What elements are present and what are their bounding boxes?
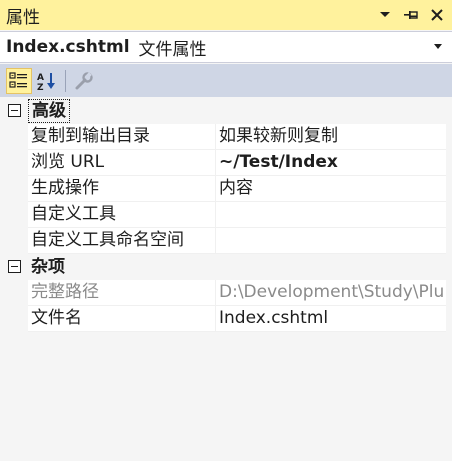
row-gutter bbox=[0, 124, 28, 150]
category-row-misc[interactable]: 杂项 bbox=[0, 254, 446, 280]
object-type: 文件属性 bbox=[138, 39, 207, 60]
property-row[interactable]: 复制到输出目录 如果较新则复制 bbox=[0, 124, 446, 150]
panel-title: 属性 bbox=[6, 7, 40, 28]
chevron-down-icon[interactable] bbox=[434, 44, 442, 49]
collapse-icon[interactable] bbox=[8, 260, 21, 273]
property-name: 浏览 URL bbox=[28, 150, 216, 176]
property-value[interactable]: 如果较新则复制 bbox=[216, 124, 446, 150]
property-name: 自定义工具 bbox=[28, 202, 216, 228]
close-icon bbox=[431, 9, 443, 21]
property-grid: 高级 复制到输出目录 如果较新则复制 浏览 URL ~/Test/Index 生… bbox=[0, 98, 446, 332]
title-bar[interactable]: 属性 bbox=[0, 0, 452, 30]
object-name: Index.cshtml bbox=[6, 37, 130, 57]
svg-text:Z: Z bbox=[37, 83, 44, 91]
property-value[interactable] bbox=[216, 228, 446, 254]
property-value[interactable]: Index.cshtml bbox=[216, 306, 446, 332]
property-name: 完整路径 bbox=[28, 280, 216, 306]
property-name: 生成操作 bbox=[28, 176, 216, 202]
collapse-icon[interactable] bbox=[8, 104, 21, 117]
property-value[interactable]: 内容 bbox=[216, 176, 446, 202]
categorized-icon bbox=[9, 71, 27, 88]
property-row[interactable]: 自定义工具命名空间 bbox=[0, 228, 446, 254]
properties-panel: 属性 Index.cshtml 文件属性 A Z 高级 复制到输出目录 如果较新… bbox=[0, 0, 452, 461]
property-pages-button[interactable] bbox=[71, 68, 97, 94]
property-row[interactable]: 文件名 Index.cshtml bbox=[0, 306, 446, 332]
property-value[interactable]: D:\Development\Study\Plu bbox=[216, 280, 446, 306]
toolbar-separator bbox=[65, 69, 66, 92]
svg-text:A: A bbox=[37, 73, 44, 83]
property-row[interactable]: 生成操作 内容 bbox=[0, 176, 446, 202]
row-gutter bbox=[0, 228, 28, 254]
property-row[interactable]: 浏览 URL ~/Test/Index bbox=[0, 150, 446, 176]
alphabetical-icon: A Z bbox=[37, 72, 55, 91]
property-value[interactable]: ~/Test/Index bbox=[216, 150, 446, 176]
row-gutter bbox=[0, 202, 28, 228]
property-name: 复制到输出目录 bbox=[28, 124, 216, 150]
property-row[interactable]: 自定义工具 bbox=[0, 202, 446, 228]
title-bar-buttons bbox=[376, 0, 446, 30]
right-edge bbox=[446, 98, 452, 461]
row-gutter bbox=[0, 98, 28, 124]
category-label: 杂项 bbox=[31, 257, 65, 277]
row-gutter bbox=[0, 150, 28, 176]
property-toolbar: A Z bbox=[0, 64, 452, 97]
pin-button[interactable] bbox=[402, 6, 420, 24]
object-selector[interactable]: Index.cshtml 文件属性 bbox=[0, 31, 452, 63]
wrench-icon bbox=[75, 71, 93, 89]
alphabetical-button[interactable]: A Z bbox=[34, 68, 60, 94]
row-gutter bbox=[0, 280, 28, 306]
category-row-advanced[interactable]: 高级 bbox=[0, 98, 446, 124]
row-gutter bbox=[0, 254, 28, 280]
pin-icon bbox=[404, 11, 418, 19]
property-name: 自定义工具命名空间 bbox=[28, 228, 216, 254]
property-value[interactable] bbox=[216, 202, 446, 228]
chevron-down-icon bbox=[380, 12, 390, 17]
property-row[interactable]: 完整路径 D:\Development\Study\Plu bbox=[0, 280, 446, 306]
property-name: 文件名 bbox=[28, 306, 216, 332]
categorized-button[interactable] bbox=[6, 67, 32, 94]
row-gutter bbox=[0, 306, 28, 332]
dropdown-menu-button[interactable] bbox=[376, 6, 394, 24]
close-button[interactable] bbox=[428, 6, 446, 24]
category-label: 高级 bbox=[28, 99, 70, 123]
row-gutter bbox=[0, 176, 28, 202]
